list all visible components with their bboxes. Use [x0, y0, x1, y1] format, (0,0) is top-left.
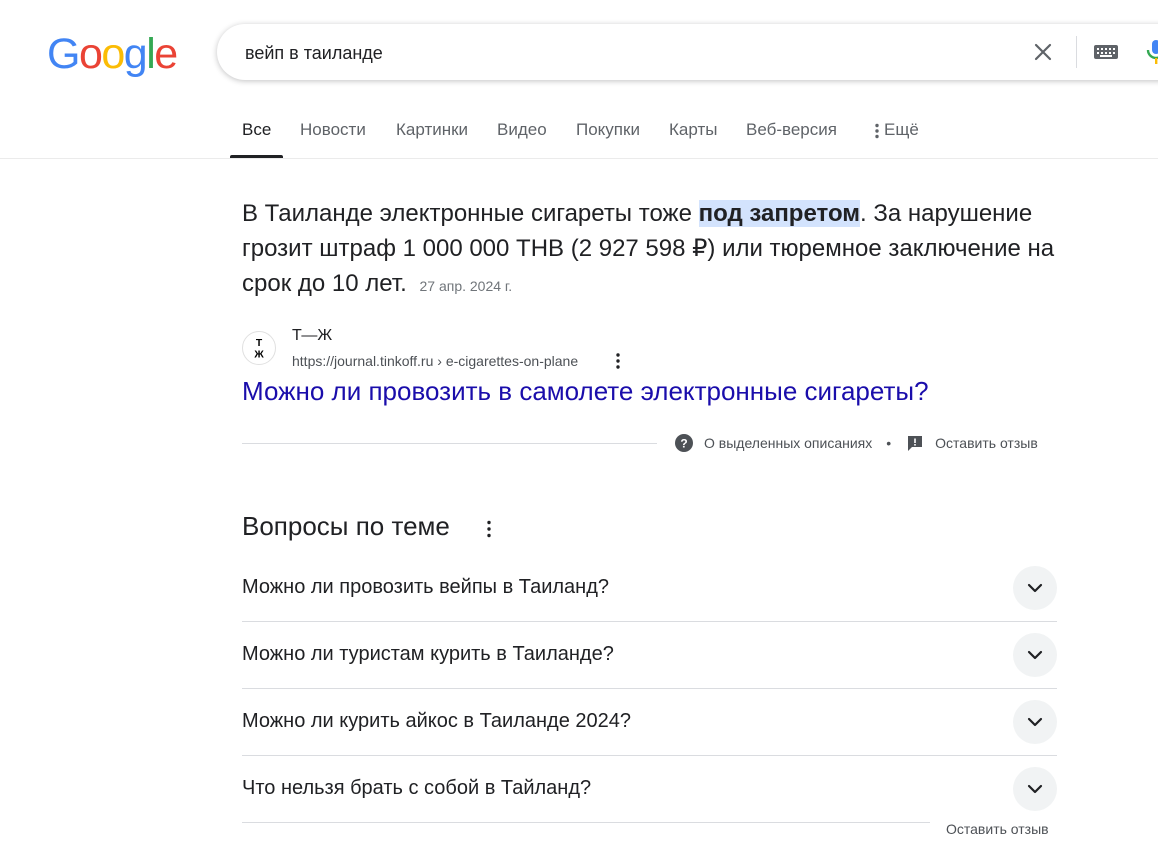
more-vert-icon[interactable] — [610, 352, 626, 370]
help-circle-icon: ? — [675, 434, 693, 452]
svg-text:?: ? — [680, 437, 687, 451]
svg-text:Т: Т — [256, 338, 263, 349]
snippet-highlight: под запретом — [698, 200, 861, 227]
chevron-down-icon — [1027, 784, 1043, 794]
logo-letter: l — [146, 30, 156, 78]
tab-more[interactable]: Ещё — [874, 105, 919, 156]
related-questions-list: Можно ли провозить вейпы в Таиланд? Можн… — [242, 555, 1057, 823]
tab-videos[interactable]: Видео — [497, 105, 547, 156]
leave-feedback-link[interactable]: Оставить отзыв — [935, 435, 1038, 451]
tab-all[interactable]: Все — [229, 105, 284, 158]
tab-more-label: Ещё — [884, 120, 919, 139]
tzh-favicon-icon: Т Ж — [242, 331, 276, 365]
logo-letter: o — [101, 30, 125, 78]
tab-maps[interactable]: Карты — [669, 105, 717, 156]
question-text: Что нельзя брать с собой в Тайланд? — [242, 777, 592, 799]
tab-web[interactable]: Веб-версия — [746, 105, 837, 156]
snippet-date: 27 апр. 2024 г. — [419, 278, 513, 294]
tab-shopping[interactable]: Покупки — [576, 105, 640, 156]
snippet-text: В Таиланде электронные сигареты тоже — [242, 200, 699, 227]
tab-images[interactable]: Картинки — [396, 105, 468, 156]
divider — [242, 443, 657, 444]
source-name: Т—Ж — [292, 327, 333, 344]
question-item[interactable]: Можно ли провозить вейпы в Таиланд? — [242, 555, 1057, 622]
question-text: Можно ли провозить вейпы в Таиланд? — [242, 576, 610, 598]
more-vert-icon[interactable] — [481, 519, 497, 539]
question-item[interactable]: Что нельзя брать с собой в Тайланд? — [242, 756, 1057, 823]
chevron-down-icon — [1027, 717, 1043, 727]
leave-feedback-link[interactable]: Оставить отзыв — [946, 821, 1049, 837]
separator: • — [886, 435, 892, 451]
tab-news[interactable]: Новости — [300, 105, 366, 156]
logo-letter: e — [154, 30, 178, 78]
google-logo[interactable]: Google — [47, 30, 178, 78]
more-vert-icon — [875, 123, 879, 138]
expand-button[interactable] — [1013, 566, 1057, 610]
keyboard-icon[interactable] — [1093, 42, 1119, 62]
question-text: Можно ли туристам курить в Таиланде? — [242, 643, 614, 665]
snippet-feedback-row: ? О выделенных описаниях • Оставить отзы… — [674, 433, 1038, 453]
search-box — [217, 24, 1158, 80]
featured-snippet: В Таиланде электронные сигареты тоже под… — [242, 196, 1062, 304]
result-title-link[interactable]: Можно ли провозить в самолете электронны… — [242, 376, 929, 407]
expand-button[interactable] — [1013, 767, 1057, 811]
microphone-icon[interactable] — [1145, 38, 1158, 66]
expand-button[interactable] — [1013, 633, 1057, 677]
logo-letter: G — [47, 30, 80, 78]
logo-letter: o — [78, 30, 103, 78]
clear-icon[interactable] — [1031, 40, 1055, 64]
chevron-down-icon — [1027, 650, 1043, 660]
about-snippets-link[interactable]: О выделенных описаниях — [704, 435, 872, 451]
source-url: https://journal.tinkoff.ru › e-cigarette… — [292, 353, 579, 369]
related-questions-title: Вопросы по теме — [242, 511, 450, 541]
chevron-down-icon — [1027, 583, 1043, 593]
logo-letter: g — [123, 30, 148, 78]
expand-button[interactable] — [1013, 700, 1057, 744]
search-divider — [1076, 36, 1077, 68]
search-tabs: Все Новости Картинки Видео Покупки Карты… — [0, 105, 1158, 159]
svg-text:Ж: Ж — [253, 349, 264, 360]
search-input[interactable] — [243, 38, 1007, 68]
question-item[interactable]: Можно ли курить айкос в Таиланде 2024? — [242, 689, 1057, 756]
question-text: Можно ли курить айкос в Таиланде 2024? — [242, 710, 632, 732]
question-item[interactable]: Можно ли туристам курить в Таиланде? — [242, 622, 1057, 689]
feedback-icon — [908, 436, 923, 451]
